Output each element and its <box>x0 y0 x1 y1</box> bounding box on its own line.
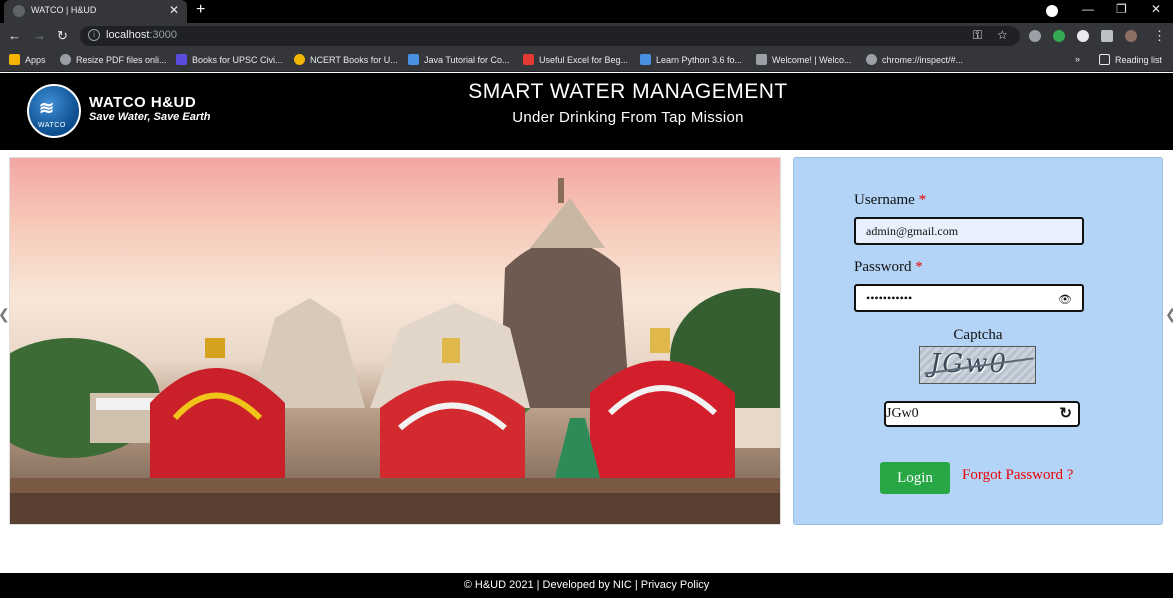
refresh-captcha-icon[interactable]: ↻ <box>1059 403 1072 425</box>
extension-circle-icon[interactable] <box>1077 30 1089 42</box>
login-button[interactable]: Login <box>880 462 950 494</box>
page-subtitle: Under Drinking From Tap Mission <box>512 109 744 126</box>
url-text: localhost:3000 <box>106 29 177 41</box>
reload-icon[interactable]: ↻ <box>57 28 68 44</box>
show-password-eye-icon[interactable]: 👁 <box>1058 288 1072 312</box>
forward-icon[interactable]: → <box>33 28 46 43</box>
tab-close-icon[interactable]: ✕ <box>169 3 179 17</box>
maximize-icon[interactable]: ❐ <box>1116 2 1127 16</box>
apps-grid-icon <box>9 54 20 65</box>
bookmark-item[interactable]: Resize PDF files onli... <box>60 54 167 65</box>
back-icon[interactable]: ← <box>8 28 21 43</box>
browser-tab-bar: WATCO | H&UD ✕ + — ❐ ✕ <box>0 0 1173 23</box>
bookmark-apps[interactable]: Apps <box>9 54 46 65</box>
carousel-prev-icon[interactable]: ❮ <box>0 306 10 323</box>
a-logo-icon <box>523 54 534 65</box>
minimize-icon[interactable]: — <box>1082 2 1094 16</box>
username-label: Username * <box>854 192 927 208</box>
s-logo-icon <box>176 54 187 65</box>
w-logo-icon <box>640 54 651 65</box>
captcha-input[interactable]: JGw0 ↻ <box>884 401 1080 427</box>
w-logo-icon <box>408 54 419 65</box>
tab-title: WATCO | H&UD <box>31 5 97 15</box>
bookmark-star-icon[interactable]: ☆ <box>997 28 1008 42</box>
menu-kebab-icon[interactable]: ⋮ <box>1153 28 1166 44</box>
avatar[interactable] <box>1125 30 1137 42</box>
extension-icon[interactable] <box>1029 30 1041 42</box>
address-bar[interactable]: i localhost:3000 ⚿ ☆ <box>80 26 1020 46</box>
globe-icon <box>866 54 877 65</box>
footer: © H&UD 2021 | Developed by NIC | Privacy… <box>0 573 1173 598</box>
carousel-next-icon[interactable]: ❮ <box>1165 306 1173 323</box>
bookmark-item[interactable]: Java Tutorial for Co... <box>408 54 510 65</box>
password-label: Password * <box>854 259 923 275</box>
captcha-image: JGw0 <box>919 346 1036 384</box>
page-title: SMART WATER MANAGEMENT <box>468 80 788 103</box>
new-tab-button[interactable]: + <box>196 1 205 19</box>
bookmark-item[interactable]: chrome://inspect/#... <box>866 54 963 65</box>
site-info-icon[interactable]: i <box>88 29 100 41</box>
bookmark-item[interactable]: NCERT Books for U... <box>294 54 398 65</box>
reading-list-icon <box>1099 54 1110 65</box>
bookmark-item[interactable]: Books for UPSC Civi... <box>176 54 283 65</box>
password-input[interactable]: ••••••••••• 👁 <box>854 284 1084 312</box>
wix-logo-icon <box>756 54 767 65</box>
bookmarks-bar: Apps Resize PDF files onli... Books for … <box>0 49 1173 72</box>
d-logo-icon <box>294 54 305 65</box>
browser-tab[interactable]: WATCO | H&UD ✕ <box>4 0 187 23</box>
temple-illustration <box>10 178 780 524</box>
bookmark-item[interactable]: Useful Excel for Beg... <box>523 54 628 65</box>
close-window-icon[interactable]: ✕ <box>1151 2 1161 16</box>
globe-icon <box>60 54 71 65</box>
profile-download-icon[interactable] <box>1046 5 1058 17</box>
captcha-label: Captcha <box>953 327 1003 343</box>
login-panel: Username * admin@gmail.com Password * ••… <box>793 157 1163 525</box>
bookmark-item[interactable]: Learn Python 3.6 fo... <box>640 54 742 65</box>
extension-green-icon[interactable] <box>1053 30 1065 42</box>
reading-list-button[interactable]: Reading list <box>1099 54 1162 65</box>
site-header: ≋ WATCO WATCO H&UD Save Water, Save Eart… <box>0 73 1173 150</box>
username-input[interactable]: admin@gmail.com <box>854 217 1084 245</box>
key-icon[interactable]: ⚿ <box>973 28 982 43</box>
more-bookmarks-button[interactable]: » <box>1075 54 1080 64</box>
tab-favicon-icon <box>13 5 25 17</box>
bookmark-item[interactable]: Welcome! | Welco... <box>756 54 852 65</box>
hero-image <box>9 157 781 525</box>
browser-toolbar: ← → ↻ i localhost:3000 ⚿ ☆ ⋮ <box>0 23 1173 49</box>
extensions-puzzle-icon[interactable] <box>1101 30 1113 42</box>
forgot-password-link[interactable]: Forgot Password ? <box>962 467 1073 484</box>
